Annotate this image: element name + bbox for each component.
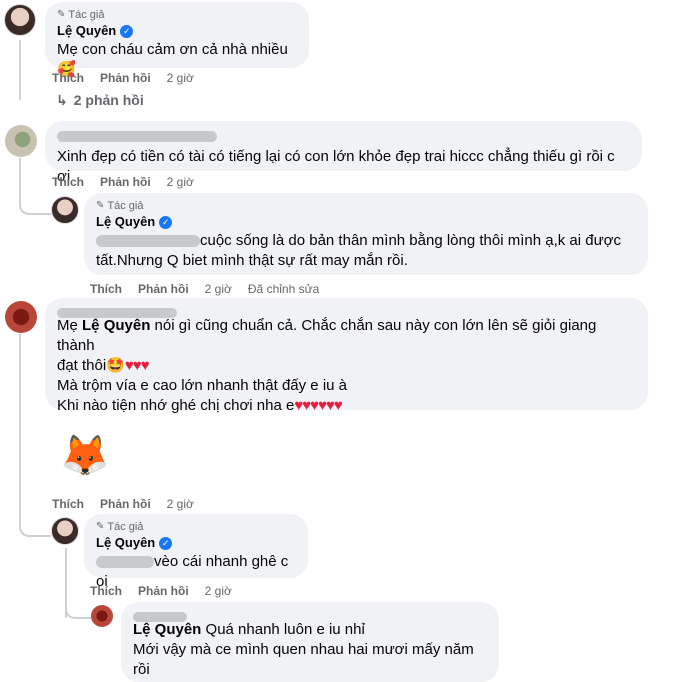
blurred-username	[57, 128, 630, 143]
blurred-mention	[96, 235, 200, 248]
like-button[interactable]: Thích	[90, 583, 122, 599]
view-replies-link[interactable]: ↳ 2 phản hồi	[56, 92, 144, 109]
reply-text-line2: tất.Nhưng Q biet mình thật sự rất may mắ…	[96, 252, 408, 269]
timestamp[interactable]: 2 giờ	[167, 70, 194, 86]
pen-icon: ✎	[57, 9, 66, 20]
like-button[interactable]: Thích	[52, 174, 84, 190]
reply-button[interactable]: Phản hồi	[100, 70, 151, 86]
avatar-user[interactable]	[5, 125, 37, 157]
comment-actions: Thích Phản hồi 2 giờ	[52, 174, 194, 190]
blurred-username	[133, 608, 487, 622]
reply-button[interactable]: Phản hồi	[138, 281, 189, 297]
verified-badge-icon: ✓	[159, 215, 173, 229]
avatar-user[interactable]	[5, 301, 37, 333]
reply-text-line1: cuộc sống là do bản thân mình bằng lòng …	[200, 232, 621, 249]
pen-icon: ✎	[96, 521, 105, 532]
commenter-name[interactable]: Lệ Quyên	[96, 534, 155, 552]
like-button[interactable]: Thích	[52, 70, 84, 86]
heart-emoji: ♥♥♥	[124, 357, 150, 374]
verified-badge-icon: ✓	[159, 536, 173, 550]
thread-elbow	[19, 158, 51, 215]
comment-actions: Thích Phản hồi 2 giờ	[52, 496, 194, 512]
reply-bubble: ✎ Tác giả Lệ Quyên ✓ cuộc sống là do bản t…	[84, 193, 648, 275]
reply-button[interactable]: Phản hồi	[100, 496, 151, 512]
reply-button[interactable]: Phản hồi	[138, 583, 189, 599]
verified-badge-icon: ✓	[120, 24, 134, 38]
reply-actions: Thích Phản hồi 2 giờ	[90, 583, 232, 599]
blurred-username	[57, 304, 636, 318]
thread-elbow	[19, 500, 51, 537]
timestamp[interactable]: 2 giờ	[205, 281, 232, 297]
author-badge: ✎ Tác giả	[96, 200, 144, 212]
edited-label[interactable]: Đã chỉnh sửa	[248, 281, 319, 297]
timestamp[interactable]: 2 giờ	[167, 496, 194, 512]
blurred-mention	[96, 556, 154, 569]
avatar-le-quyen[interactable]	[4, 4, 36, 36]
comment-actions: Thích Phản hồi 2 giờ	[52, 70, 194, 86]
thread-line	[19, 40, 21, 100]
mention-link[interactable]: Lệ Quyên	[82, 317, 150, 334]
author-badge: ✎ Tác giả	[96, 521, 144, 533]
reply-actions: Thích Phản hồi 2 giờ Đã chỉnh sửa	[90, 281, 319, 297]
timestamp[interactable]: 2 giờ	[167, 174, 194, 190]
heart-emoji: ♥♥♥♥♥♥	[294, 397, 342, 414]
reply-button[interactable]: Phản hồi	[100, 174, 151, 190]
reply-arrow-icon: ↳	[56, 92, 68, 108]
reply-bubble: ✎ Tác giả Lệ Quyên ✓ vèo cái nhanh ghê c o…	[84, 514, 308, 590]
pen-icon: ✎	[96, 200, 105, 211]
reply-text-line2: Mới vậy mà ce mình quen nhau hai mươi mấ…	[133, 641, 474, 678]
like-button[interactable]: Thích	[52, 496, 84, 512]
commenter-name[interactable]: Lệ Quyên	[57, 22, 116, 40]
comment-bubble: Xinh đẹp có tiền có tài có tiếng lại có …	[45, 121, 642, 185]
commenter-name[interactable]: Lệ Quyên	[96, 213, 155, 231]
reply-bubble: Lệ Quyên Quá nhanh luôn e iu nhỉ Mới vậy…	[121, 602, 499, 682]
mention-link[interactable]: Lệ Quyên	[133, 621, 201, 638]
comment-bubble: ✎ Tác giả Lệ Quyên ✓ Mẹ con cháu cảm ơn cả…	[45, 2, 309, 78]
comment-bubble: Mẹ Lệ Quyên nói gì cũng chuẩn cả. Chắc c…	[45, 298, 648, 414]
like-button[interactable]: Thích	[90, 281, 122, 297]
thread-line	[19, 334, 21, 524]
fox-sticker[interactable]: 🦊	[60, 432, 110, 480]
timestamp[interactable]: 2 giờ	[205, 583, 232, 599]
comment-text-line3: Mà trộm vía e cao lớn nhanh thật đấy e i…	[57, 377, 348, 394]
author-badge: ✎ Tác giả	[57, 9, 105, 21]
avatar-le-quyen[interactable]	[51, 517, 79, 545]
avatar-user[interactable]	[91, 605, 113, 627]
avatar-le-quyen[interactable]	[51, 196, 79, 224]
